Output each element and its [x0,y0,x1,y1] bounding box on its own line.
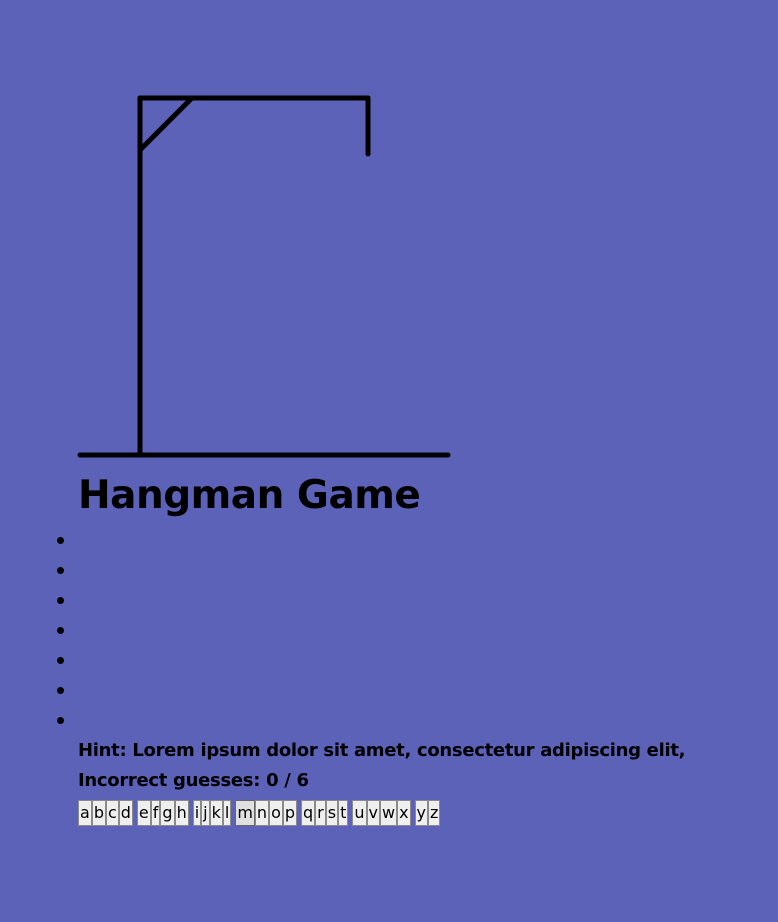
letter-button-g[interactable]: g [160,800,175,826]
word-letter-slot [57,530,106,560]
letter-button-u[interactable]: u [352,800,367,826]
letter-button-j[interactable]: j [201,800,210,826]
letter-button-z[interactable]: z [428,800,441,826]
letter-button-k[interactable]: k [209,800,223,826]
letter-button-x[interactable]: x [397,800,411,826]
letter-button-q[interactable]: q [301,800,316,826]
letter-keyboard: abcdefghijklmnopqrstuvwxyz [78,800,441,826]
gallows-brace [137,95,195,153]
letter-button-i[interactable]: i [192,800,202,826]
letter-button-e[interactable]: e [136,800,151,826]
letter-button-a[interactable]: a [78,800,92,826]
hint-line: Hint: Lorem ipsum dolor sit amet, consec… [78,737,685,765]
hint-text: Lorem ipsum dolor sit amet, consectetur … [132,740,686,761]
guesses-count: 0 / 6 [266,770,309,791]
letter-button-s[interactable]: s [325,800,339,826]
word-letter-slot [57,710,106,740]
letter-button-b[interactable]: b [91,800,106,826]
letter-button-p[interactable]: p [282,800,298,826]
game-title: Hangman Game [78,473,421,518]
word-letter-slot [57,590,106,620]
letter-button-v[interactable]: v [366,800,380,826]
guesses-label: Incorrect guesses: [78,770,261,791]
letter-button-c[interactable]: c [105,800,119,826]
letter-button-n[interactable]: n [254,800,270,826]
letter-button-r[interactable]: r [315,800,326,826]
letter-button-t[interactable]: t [338,800,349,826]
letter-button-f[interactable]: f [150,800,161,826]
letter-button-h[interactable]: h [174,800,189,826]
gallows-drawing [77,95,451,458]
word-letter-slot [57,620,106,650]
word-letter-slot [57,560,106,590]
letter-button-d[interactable]: d [118,800,133,826]
word-letter-slot [57,650,106,680]
incorrect-guesses: Incorrect guesses: 0 / 6 [78,767,309,795]
letter-button-y[interactable]: y [414,800,429,826]
letter-button-m[interactable]: m [235,800,255,826]
letter-button-w[interactable]: w [379,800,398,826]
hint-label: Hint: [78,740,127,761]
word-letter-slot [57,680,106,710]
letter-button-l[interactable]: l [222,800,232,826]
letter-button-o[interactable]: o [269,800,283,826]
word-display [57,530,106,740]
